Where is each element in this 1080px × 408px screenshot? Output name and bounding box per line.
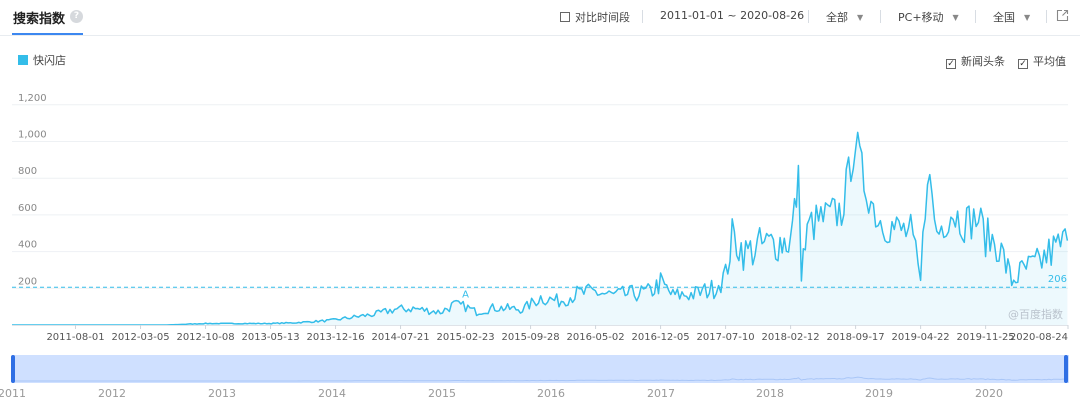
news-headline-toggle[interactable]: ✓ 新闻头条 — [946, 53, 1005, 69]
y-tick-label: 400 — [18, 240, 37, 251]
divider — [1046, 10, 1047, 23]
news-annotation-marker: A — [462, 289, 469, 300]
x-tick-label: 2019-04-22 — [892, 332, 950, 343]
caret-down-icon: ▼ — [952, 13, 959, 22]
chart-legend[interactable]: 快闪店 — [18, 52, 66, 68]
x-tick-label: 2019-11-25 — [957, 332, 1015, 343]
x-tick-label: 2012-03-05 — [111, 332, 169, 343]
region-filter-label: 全国 — [993, 11, 1015, 24]
watermark: @百度指数 — [1008, 308, 1063, 321]
x-tick-label: 2016-05-02 — [567, 332, 625, 343]
external-link-icon[interactable] — [1056, 9, 1069, 22]
caret-down-icon: ▼ — [1024, 13, 1031, 22]
average-toggle[interactable]: ✓ 平均值 — [1018, 53, 1066, 69]
checkbox-checked-icon[interactable]: ✓ — [946, 59, 956, 69]
x-tick-label: 2015-09-28 — [502, 332, 560, 343]
brush-year-label: 2014 — [318, 387, 346, 400]
y-tick-label: 800 — [18, 166, 37, 177]
x-tick-label: 2011-08-01 — [46, 332, 104, 343]
brush-year-label: 2015 — [428, 387, 456, 400]
y-tick-label: 200 — [18, 276, 37, 287]
active-tab-indicator — [12, 33, 83, 35]
divider — [975, 10, 976, 23]
x-tick-label: 2017-07-10 — [697, 332, 755, 343]
divider — [642, 10, 643, 23]
x-tick-label: 2013-12-16 — [306, 332, 364, 343]
y-tick-label: 1,200 — [18, 93, 47, 104]
source-filter-dropdown[interactable]: 全部 ▼ — [826, 9, 863, 25]
x-tick-label: 2018-09-17 — [827, 332, 885, 343]
brush-right-handle[interactable] — [1064, 355, 1068, 383]
x-tick-label: 2015-02-23 — [436, 332, 494, 343]
x-tick-label: 2012-10-08 — [176, 332, 234, 343]
brush-year-label: 2013 — [208, 387, 236, 400]
question-circle-icon[interactable]: ? — [70, 10, 83, 23]
checkbox-icon[interactable] — [560, 12, 570, 22]
date-range-picker[interactable]: 2011-01-01 ~ 2020-08-26 — [660, 9, 804, 22]
series-area — [12, 132, 1068, 325]
brush-year-label: 2011 — [0, 387, 26, 400]
x-tick-label: 2013-05-13 — [241, 332, 299, 343]
brush-year-label: 2017 — [647, 387, 675, 400]
average-label: 206 — [1048, 274, 1067, 285]
x-tick-label: 2014-07-21 — [371, 332, 429, 343]
brush-year-label: 2020 — [975, 387, 1003, 400]
brush-year-label: 2012 — [98, 387, 126, 400]
device-filter-dropdown[interactable]: PC+移动 ▼ — [898, 9, 959, 25]
brush-left-handle[interactable] — [11, 355, 15, 383]
brush-year-label: 2016 — [537, 387, 565, 400]
checkbox-checked-icon[interactable]: ✓ — [1018, 59, 1028, 69]
y-tick-label: 1,000 — [18, 130, 47, 141]
legend-swatch — [18, 55, 28, 65]
divider — [808, 10, 809, 23]
compare-period-label: 对比时间段 — [575, 11, 630, 24]
brush-year-label: 2019 — [865, 387, 893, 400]
brush-year-axis: 2011 2012 2013 2014 2015 2016 2017 2018 2019 2020 — [0, 387, 1003, 400]
news-headline-label: 新闻头条 — [961, 55, 1005, 68]
device-filter-label: PC+移动 — [898, 11, 944, 24]
x-tick-label: 2020-08-24 — [1010, 332, 1068, 343]
page-title: 搜索指数 — [13, 12, 66, 27]
divider — [880, 10, 881, 23]
brush-overview-line — [12, 376, 1068, 382]
caret-down-icon: ▼ — [857, 13, 864, 22]
average-label: 平均值 — [1033, 55, 1066, 68]
legend-series-label: 快闪店 — [33, 54, 66, 67]
x-tick-label: 2016-12-05 — [632, 332, 690, 343]
compare-period-toggle[interactable]: 对比时间段 — [560, 9, 630, 25]
y-tick-label: 600 — [18, 203, 37, 214]
x-tick-label: 2018-02-12 — [762, 332, 820, 343]
region-filter-dropdown[interactable]: 全国 ▼ — [993, 9, 1030, 25]
search-index-chart: 200 400 600 800 1,000 1,200 206 A 2011-08-01 2012… — [12, 93, 1069, 343]
brush-year-label: 2018 — [756, 387, 784, 400]
source-filter-label: 全部 — [826, 11, 848, 24]
top-bar: 搜索指数 ? 对比时间段 2011-01-01 ~ 2020-08-26 全部 ▼… — [0, 0, 1080, 36]
